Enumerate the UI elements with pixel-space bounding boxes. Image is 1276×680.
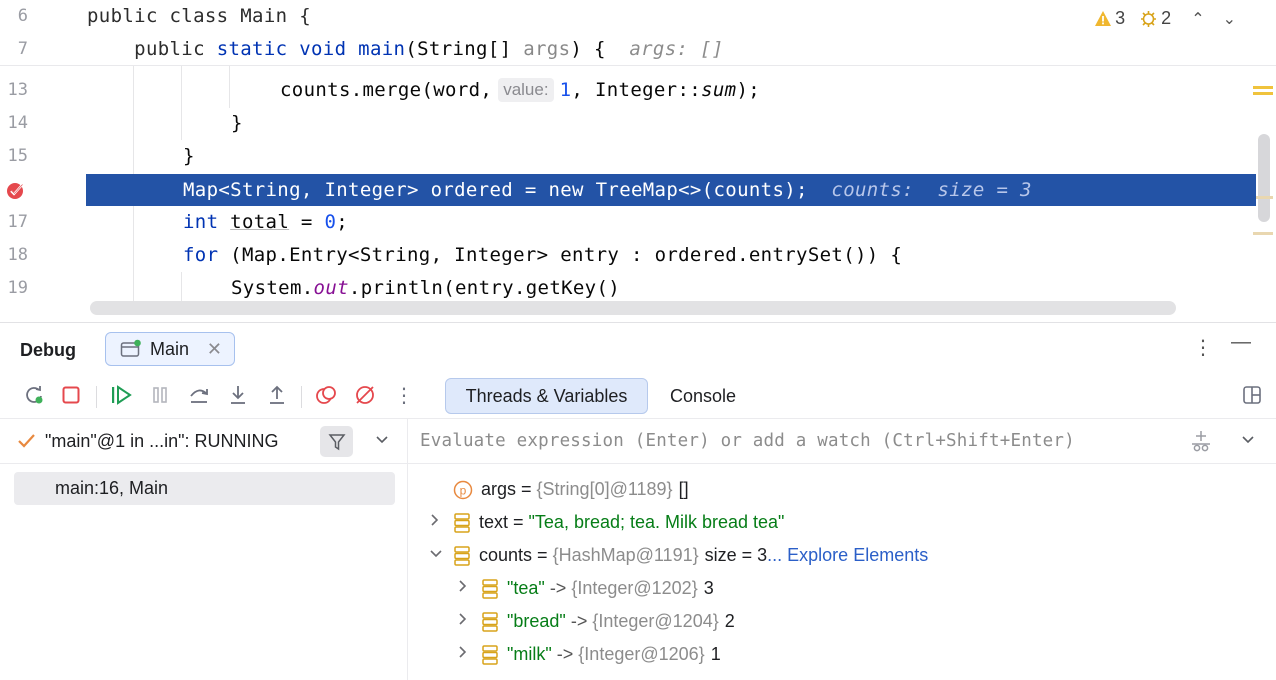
indent-guide — [229, 66, 230, 108]
toolbar-separator — [301, 386, 302, 408]
variables-panel: p args= {String[0]@1189} [] text= "Tea, … — [408, 419, 1276, 680]
code-line: } — [183, 145, 195, 167]
line-number: 6 — [17, 6, 28, 26]
map-entry-row[interactable]: "bread" -> {Integer@1204} 2 — [457, 605, 735, 638]
code-line: int total = 0; — [183, 211, 349, 233]
evaluate-expression-input[interactable] — [420, 425, 1180, 457]
view-breakpoints-icon[interactable] — [314, 383, 338, 407]
field-icon — [453, 545, 471, 567]
toolbar-separator — [96, 386, 97, 408]
map-entry-row[interactable]: "milk" -> {Integer@1206} 1 — [457, 638, 721, 671]
inspection-widget[interactable]: 3 2 ⌃ ⌄ — [1094, 8, 1236, 29]
pause-icon[interactable] — [148, 383, 172, 407]
more-actions-icon[interactable]: ⋮ — [392, 383, 416, 407]
chevron-right-icon[interactable] — [429, 506, 453, 539]
step-over-icon[interactable] — [187, 383, 211, 407]
field-icon — [481, 644, 499, 666]
warning-marker[interactable] — [1253, 92, 1273, 95]
frames-panel: "main"@1 in ...in": RUNNING main:16, Mai… — [0, 419, 408, 680]
parameter-icon: p — [453, 480, 473, 500]
evaluate-bar — [408, 419, 1276, 464]
layout-settings-icon[interactable] — [1242, 385, 1262, 410]
variable-row[interactable]: p args = {String[0]@1189} [] — [429, 473, 689, 506]
parameter-hint: value: — [498, 78, 554, 102]
field-icon — [481, 578, 499, 600]
thread-label: "main"@1 in ...in": RUNNING — [45, 431, 279, 451]
warnings-count[interactable]: 3 — [1094, 8, 1125, 29]
more-options-icon[interactable]: ⋮ — [1193, 335, 1213, 360]
explore-elements-link[interactable]: ... Explore Elements — [767, 539, 928, 572]
chevron-right-icon[interactable] — [457, 572, 481, 605]
checkmark-icon — [18, 434, 35, 448]
code-line: counts.merge(word, value: 1, Integer::sum)… — [280, 78, 761, 102]
warning-marker[interactable] — [1253, 86, 1273, 89]
code-line: Map<String, Integer> ordered = new TreeM… — [183, 179, 1032, 201]
line-number: 15 — [7, 146, 28, 166]
horizontal-scrollbar[interactable] — [90, 301, 1176, 315]
line-number: 17 — [7, 212, 28, 232]
line-number: 18 — [7, 245, 28, 265]
field-icon — [453, 512, 471, 534]
inlay-hint: args: [] — [629, 38, 724, 60]
vertical-scrollbar[interactable] — [1258, 134, 1270, 222]
weak-warnings-count[interactable]: 2 — [1139, 8, 1171, 29]
code-line: for (Map.Entry<String, Integer> entry : … — [183, 244, 903, 266]
stop-icon[interactable] — [59, 383, 83, 407]
step-out-icon[interactable] — [265, 383, 289, 407]
chevron-right-icon[interactable] — [457, 638, 481, 671]
add-watch-icon[interactable] — [1190, 430, 1212, 457]
info-marker[interactable] — [1253, 232, 1273, 235]
code-line: public class Main { — [87, 5, 311, 27]
line-number: 19 — [7, 278, 28, 298]
sticky-scroll-header[interactable]: 6 public class Main { 7 public static vo… — [0, 0, 1276, 66]
step-into-icon[interactable] — [226, 383, 250, 407]
chevron-up-icon[interactable]: ⌃ — [1191, 9, 1204, 29]
execution-point-line: Map<String, Integer> ordered = new TreeM… — [86, 174, 1256, 206]
chevron-down-icon[interactable] — [429, 539, 453, 572]
run-config-icon — [120, 339, 141, 357]
code-line: } — [231, 112, 243, 134]
variable-row[interactable]: counts = {HashMap@1191} size = 3 ... Expl… — [429, 539, 928, 572]
mute-breakpoints-icon[interactable] — [353, 383, 377, 407]
chevron-down-icon[interactable] — [1240, 431, 1256, 452]
line-number: 13 — [7, 80, 28, 100]
indent-guide — [181, 66, 182, 140]
chevron-right-icon[interactable] — [457, 605, 481, 638]
field-icon — [481, 611, 499, 633]
info-marker[interactable] — [1253, 196, 1273, 199]
svg-text:p: p — [460, 483, 467, 497]
tool-window-title: Debug — [20, 340, 76, 360]
chevron-down-icon[interactable]: ⌄ — [1223, 9, 1236, 29]
code-editor[interactable]: 6 public class Main { 7 public static vo… — [0, 0, 1276, 322]
stack-frame[interactable]: main:16, Main — [14, 472, 395, 505]
inline-debug-value: counts: size = 3 — [831, 179, 1032, 201]
variable-row[interactable]: text = "Tea, bread; tea. Milk bread tea" — [429, 506, 784, 539]
code-line: public static void main(String[] args) {… — [87, 38, 724, 60]
rerun-icon[interactable] — [22, 383, 46, 407]
debug-toolbar: ⋮ Threads & Variables Console — [0, 373, 1276, 419]
resume-icon[interactable] — [109, 383, 133, 407]
chevron-down-icon[interactable] — [374, 431, 390, 452]
tab-console[interactable]: Console — [670, 386, 736, 407]
warning-icon — [1095, 11, 1112, 26]
debug-tool-window: Debug Main ✕ ⋮ — ⋮ Threads & Variables C… — [0, 322, 1276, 680]
filter-icon[interactable] — [320, 426, 353, 457]
debug-header: Debug Main ✕ ⋮ — — [0, 323, 1276, 373]
breakpoint-icon[interactable] — [6, 180, 26, 200]
thread-selector[interactable]: "main"@1 in ...in": RUNNING — [0, 419, 408, 464]
close-icon[interactable]: ✕ — [207, 339, 222, 360]
minimize-icon[interactable]: — — [1231, 331, 1251, 354]
line-number: 14 — [7, 113, 28, 133]
map-entry-row[interactable]: "tea" -> {Integer@1202} 3 — [457, 572, 714, 605]
line-number: 7 — [17, 39, 28, 59]
bug-icon — [1141, 11, 1157, 27]
tab-threads-variables[interactable]: Threads & Variables — [445, 378, 648, 414]
session-tab-main[interactable]: Main ✕ — [105, 332, 235, 366]
